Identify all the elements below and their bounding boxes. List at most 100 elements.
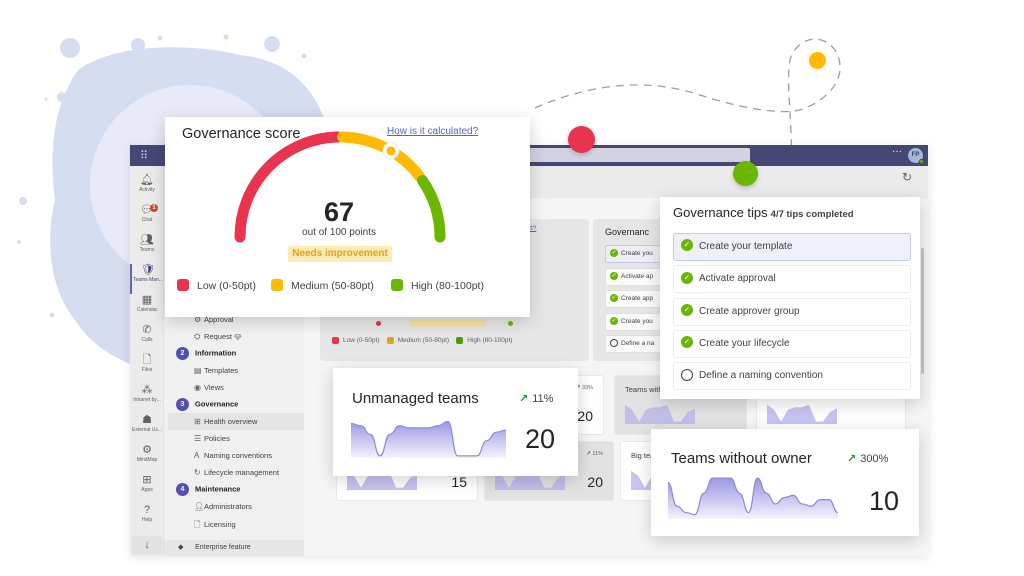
unmanaged-trend: ↗ 11%	[519, 393, 554, 405]
metric-card-value: 15	[451, 474, 467, 490]
bg-gauge-high-end	[508, 321, 513, 326]
metric-card-sparkline	[767, 404, 837, 424]
legend-medium-swatch	[271, 279, 283, 292]
check-circle-icon: ✓	[681, 303, 693, 316]
rail-label: Apps	[141, 487, 153, 493]
nav-item-policies[interactable]: ☰ Policies	[194, 434, 230, 443]
nav-item-administrators[interactable]: 👤︎Administrators	[194, 502, 252, 511]
nav-item-icon: 👤︎	[194, 502, 205, 511]
rail-item-external-us[interactable]: ☗ External Us...	[130, 414, 164, 444]
download-icon[interactable]: ↓	[132, 536, 162, 554]
yellow-dot-decoration	[809, 52, 826, 69]
user-avatar[interactable]: FP	[908, 148, 924, 164]
rail-label: Chat	[141, 217, 153, 223]
app-launcher-icon[interactable]: ⠿	[140, 149, 148, 162]
legend-low: Low (0-50pt)	[177, 279, 256, 292]
rail-item-intranet-by[interactable]: ⁂ Intranet by...	[130, 384, 164, 414]
nav-item-request[interactable]: ⛭ Request 💎︎	[194, 332, 242, 342]
owner-trend: ↗ 300%	[847, 453, 889, 465]
tip-label: Create your template	[699, 241, 793, 252]
check-icon: ✓	[610, 249, 618, 258]
tip-item-define-a-naming-convention[interactable]: Define a naming convention	[673, 362, 911, 391]
rail-item-mindmap[interactable]: ⚙︎ MindMap	[130, 444, 164, 474]
tip-item-create-your-lifecycle[interactable]: ✓ Create your lifecycle	[673, 329, 911, 358]
nav-item-icon: 🗋	[194, 520, 201, 529]
rail-label: Activity	[139, 187, 155, 193]
bg-gauge-low-end	[376, 321, 381, 326]
nav-item-templates[interactable]: ▤ Templates	[194, 366, 238, 375]
tip-item-create-your-template[interactable]: ✓ Create your template	[673, 233, 911, 261]
trend-up-icon: ↗	[519, 393, 529, 405]
rail-item-help[interactable]: ? Help	[130, 504, 164, 534]
teams-icon: 👥︎	[140, 234, 154, 246]
avatar-initials: FP	[911, 152, 920, 158]
tip-label: Create approver group	[699, 305, 800, 317]
rail-item-teams[interactable]: 👥︎ Teams	[130, 234, 164, 264]
rail-label: MindMap	[136, 457, 158, 463]
red-dot-decoration	[568, 126, 595, 153]
nav-section-maintenance[interactable]: 4 Maintenance	[176, 483, 240, 496]
nav-item-icon: ↻	[194, 468, 201, 477]
metric-card-value: 20	[587, 474, 603, 490]
rail-item-calendar[interactable]: ▦ Calendar	[130, 294, 164, 324]
nav-item-lifecycle-management[interactable]: ↻ Lifecycle management	[194, 468, 279, 477]
rail-item-chat[interactable]: 💬︎ Chat 1	[130, 204, 164, 234]
green-dot-decoration	[733, 161, 758, 186]
empty-circle-icon	[681, 368, 693, 381]
check-circle-icon: ✓	[681, 239, 693, 252]
nav-item-views[interactable]: ◉ Views	[194, 383, 224, 392]
sparkline-area	[767, 404, 837, 424]
governance-score-card: Governance score How is it calculated? 6…	[165, 117, 530, 317]
tips-scrollbar[interactable]	[921, 248, 924, 374]
metric-card-trend: ↗ 33%	[575, 385, 593, 391]
how-calculated-link[interactable]: How is it calculated?	[387, 126, 478, 137]
rail-item-teams-man[interactable]: 🛡︎ Teams Man...	[130, 264, 164, 294]
trend-up-icon: ↗	[586, 451, 591, 457]
nav-section-information[interactable]: 2 Information	[176, 347, 236, 360]
rail-item-apps[interactable]: ⊞ Apps	[130, 474, 164, 504]
nav-item-icon: ▤	[194, 366, 202, 375]
metric-card-sparkline	[625, 404, 695, 424]
rail-item-files[interactable]: 🗋 Files	[130, 354, 164, 384]
metric-card-trend: ↗ 11%	[586, 451, 603, 457]
tips-progress: 4/7 tips completed	[770, 209, 854, 220]
tip-item-activate-approval[interactable]: ✓ Activate approval	[673, 265, 911, 294]
unmanaged-sparkline	[351, 420, 506, 458]
tip-label: Activate approval	[699, 273, 776, 285]
nav-item-icon: A	[194, 451, 200, 460]
unmanaged-title: Unmanaged teams	[352, 390, 479, 407]
nav-item-health-overview[interactable]: ⊞ Health overview	[168, 413, 304, 430]
step-number: 4	[176, 483, 189, 496]
mindmap-icon: ⚙︎	[142, 444, 152, 456]
rail-item-activity[interactable]: 🔔︎ Activity	[130, 174, 164, 204]
owner-value: 10	[869, 486, 900, 516]
more-options-button[interactable]: ···	[892, 146, 902, 157]
bg-tips-title: Governanc	[605, 227, 650, 237]
rail-label: Intranet by...	[133, 397, 161, 403]
check-icon: ✓	[610, 294, 618, 303]
chat-badge: 1	[150, 204, 158, 212]
teams-without-owner-card[interactable]: Teams without owner ↗ 300% 10	[651, 429, 919, 536]
refresh-icon[interactable]: ↻	[902, 170, 916, 184]
nav-section-governance[interactable]: 3 Governance	[176, 398, 238, 411]
rail-item-calls[interactable]: ✆ Calls	[130, 324, 164, 354]
tips-title: Governance tips 4/7 tips completed	[673, 205, 854, 220]
calls-icon: ✆	[142, 324, 152, 336]
intranet-icon: ⁂	[141, 384, 153, 396]
search-bar[interactable]	[520, 148, 750, 162]
nav-item-icon: ◉	[194, 383, 201, 392]
sparkline-area	[625, 404, 695, 424]
check-circle-icon: ✓	[681, 271, 693, 284]
rail-label: Calendar	[136, 307, 158, 313]
score-value: 67	[323, 197, 355, 227]
tip-label: Create your lifecycle	[699, 337, 790, 349]
unmanaged-teams-card[interactable]: Unmanaged teams ↗ 11% 20	[333, 368, 578, 476]
tip-item-create-approver-group[interactable]: ✓ Create approver group	[673, 297, 911, 326]
bg-legend: Low (0-50pt) Medium (50-80pt) High (80-1…	[332, 337, 512, 344]
legend-high: High (80-100pt)	[391, 279, 484, 292]
nav-item-licensing[interactable]: 🗋 Licensing	[194, 519, 236, 533]
diamond-icon: ◆	[178, 544, 196, 551]
empty-circle-icon	[610, 339, 618, 348]
nav-item-naming-conventions[interactable]: A Naming conventions	[194, 451, 272, 460]
legend-medium: Medium (50-80pt)	[271, 279, 374, 292]
